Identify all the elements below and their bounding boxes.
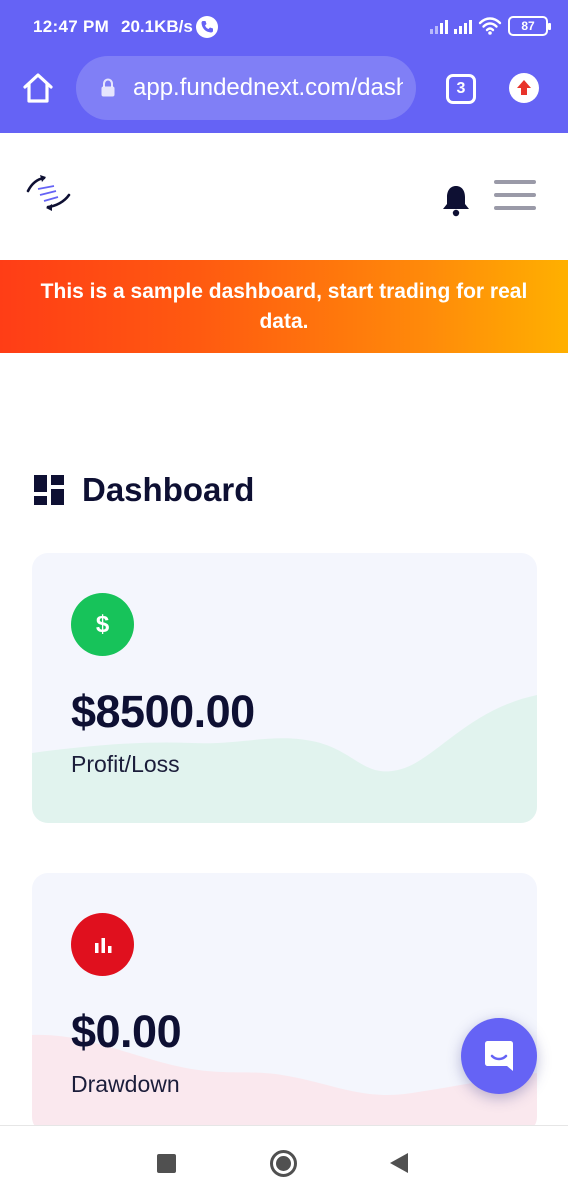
drawdown-label: Drawdown: [71, 1071, 180, 1097]
bar-chart-icon: [71, 913, 134, 976]
profit-loss-label: Profit/Loss: [71, 751, 180, 777]
fundednext-logo[interactable]: [24, 169, 76, 217]
sample-dashboard-banner: This is a sample dashboard, start tradin…: [0, 260, 568, 353]
browser-chrome: 12:47 PM 20.1KB/s 87 app.fundednext.com/…: [0, 0, 568, 133]
home-icon[interactable]: [20, 70, 56, 106]
url-text: app.fundednext.com/dashboard: [133, 74, 403, 101]
status-bar: 12:47 PM 20.1KB/s 87: [0, 0, 568, 56]
network-speed: 20.1KB/s: [121, 17, 193, 36]
home-button[interactable]: [270, 1150, 297, 1177]
chat-icon: [485, 1041, 513, 1071]
page-title: Dashboard: [82, 471, 255, 508]
dashboard-heading: Dashboard: [34, 470, 254, 510]
tab-switcher-button[interactable]: 3: [446, 74, 476, 104]
dollar-icon: $: [71, 593, 134, 656]
back-button[interactable]: [390, 1153, 408, 1173]
drawdown-card: $0.00 Drawdown: [32, 873, 537, 1133]
recent-apps-button[interactable]: [157, 1154, 176, 1173]
system-navigation-bar: [0, 1125, 568, 1200]
update-icon[interactable]: [509, 73, 539, 103]
chat-button[interactable]: [461, 1018, 537, 1094]
battery-icon: 87: [508, 16, 551, 36]
signal-icon: [454, 18, 472, 34]
browser-toolbar: app.fundednext.com/dashboard 3: [0, 56, 568, 133]
wifi-icon: [478, 17, 502, 35]
app-header: [0, 133, 568, 260]
dashboard-icon: [34, 475, 64, 505]
menu-icon[interactable]: [494, 180, 536, 210]
profit-loss-value: $8500.00: [71, 686, 255, 737]
profit-loss-card: $ $8500.00 Profit/Loss: [32, 553, 537, 823]
drawdown-value: $0.00: [71, 1006, 182, 1057]
status-time: 12:47 PM: [33, 17, 110, 36]
notification-bell-icon[interactable]: [440, 183, 472, 217]
signal-icon: [430, 18, 448, 34]
call-icon: [196, 16, 218, 38]
status-icons: 87: [430, 16, 551, 36]
address-bar[interactable]: app.fundednext.com/dashboard: [76, 56, 416, 120]
lock-icon: [101, 78, 115, 97]
